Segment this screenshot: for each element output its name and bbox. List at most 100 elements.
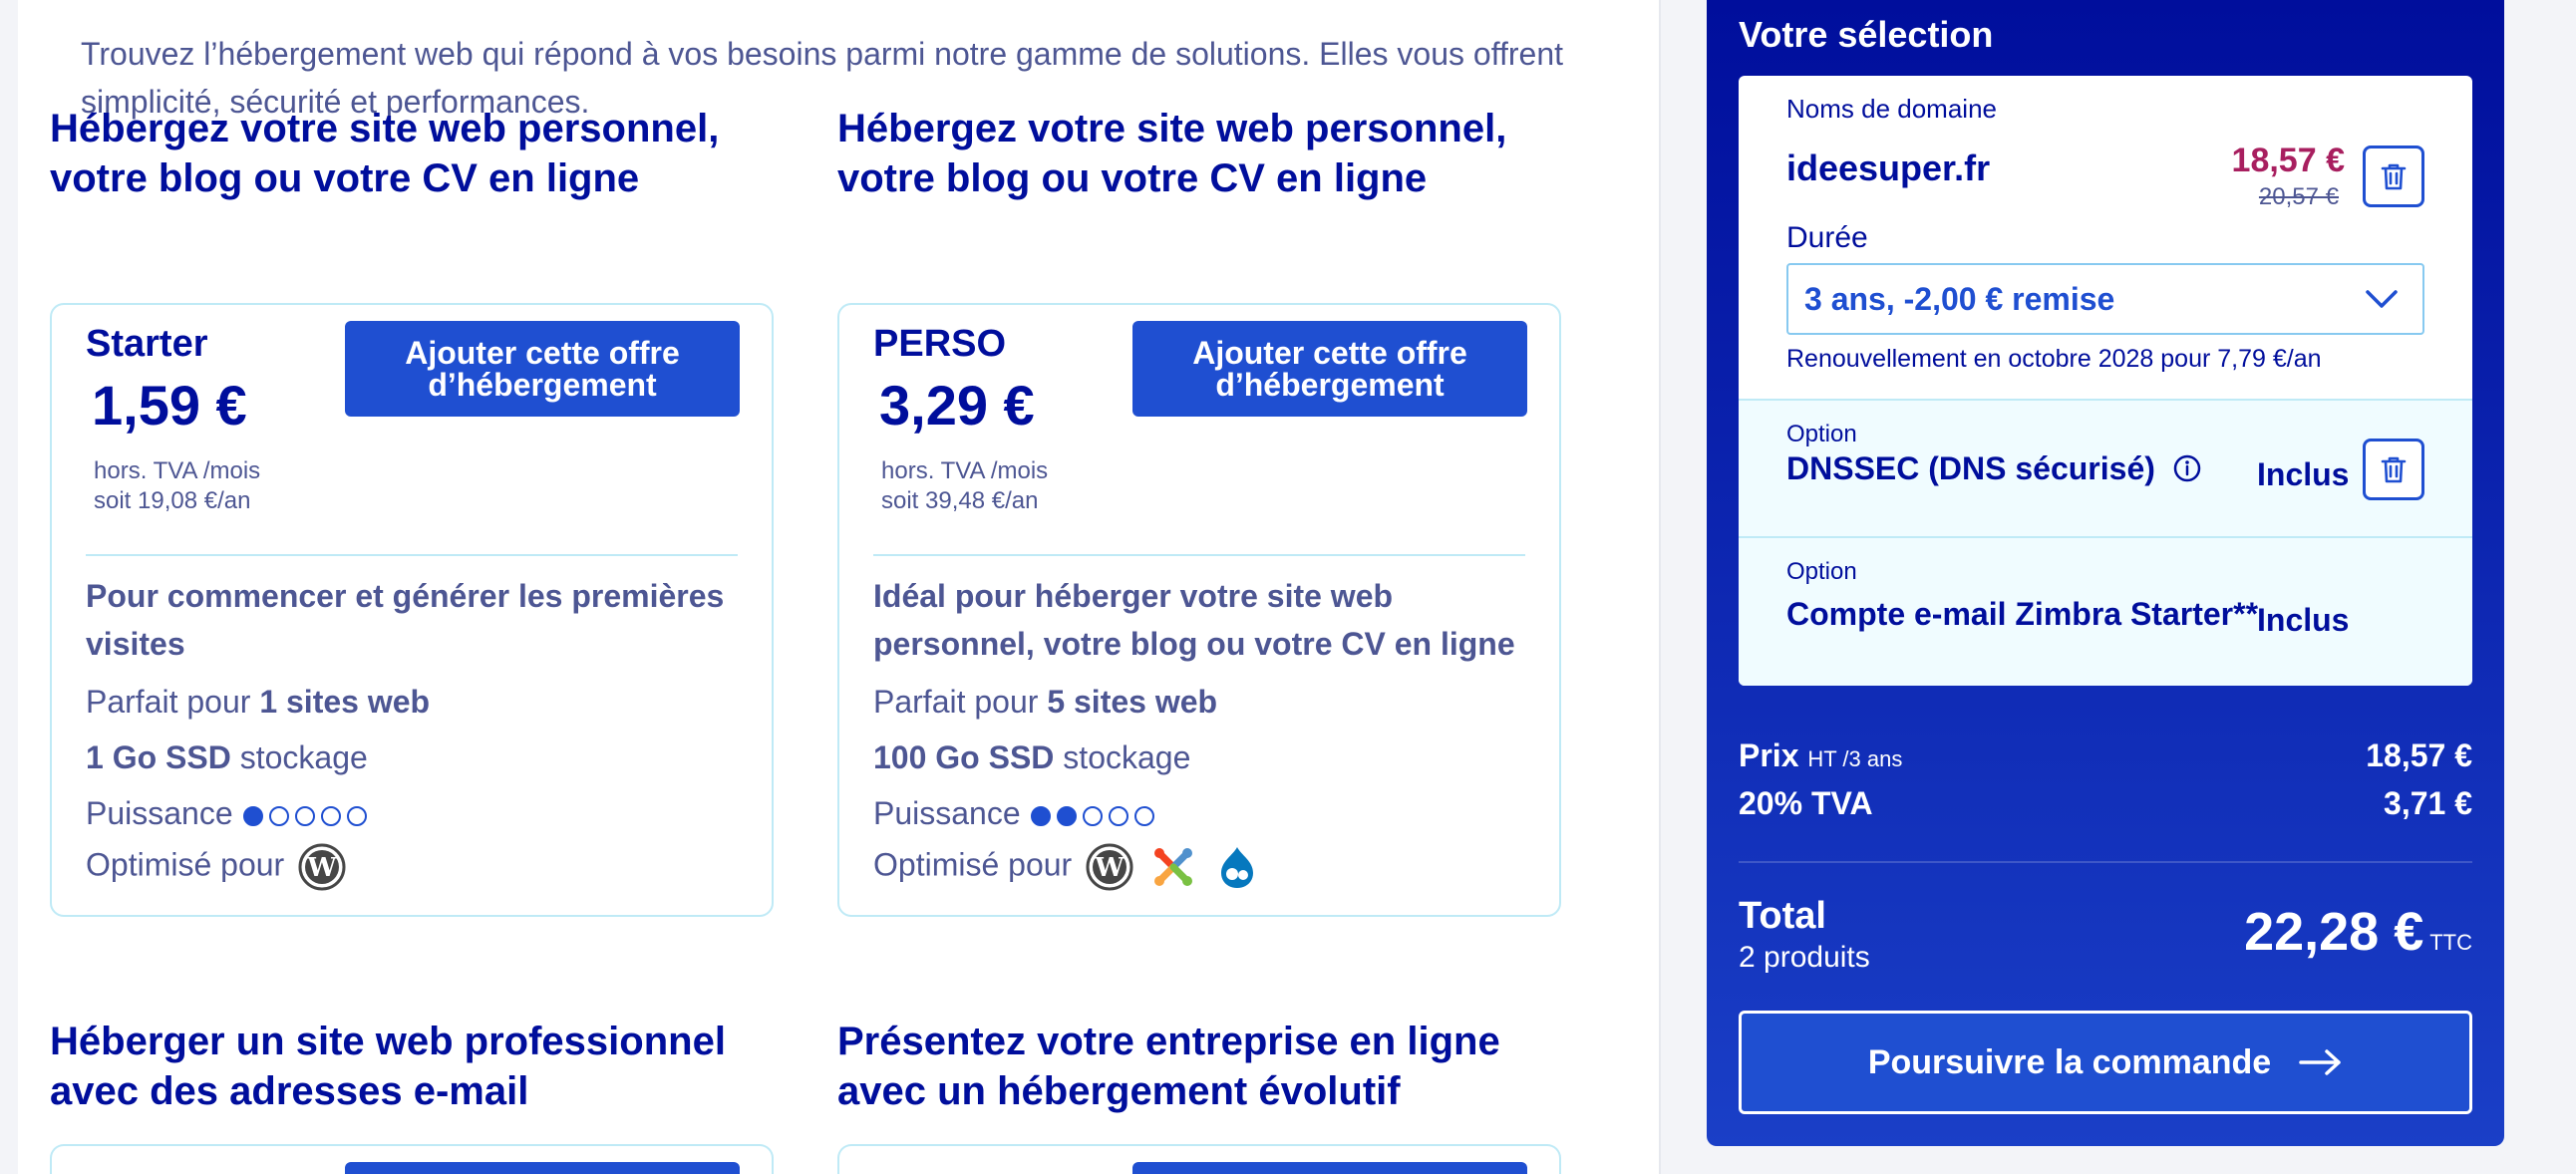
power-meter xyxy=(242,805,367,826)
offer-card-pro xyxy=(50,1144,774,1174)
add-offer-button[interactable]: Ajouter cette offre d’hébergement xyxy=(1132,321,1527,417)
price-suffix: HT /3 ans xyxy=(1807,746,1903,771)
product-count: 2 produits xyxy=(1739,941,1870,974)
price-row: Prix HT /3 ans 18,57 € xyxy=(1739,737,2472,774)
feature-sites: Parfait pour 5 sites web xyxy=(873,684,1217,721)
yearly-price: soit 19,08 €/an xyxy=(94,487,251,514)
panel-title: Votre sélection xyxy=(1739,14,1994,55)
offer-card-business xyxy=(837,1144,1561,1174)
feature-sites-value: 5 sites web xyxy=(1047,684,1218,720)
continue-order-button[interactable]: Poursuivre la commande xyxy=(1739,1011,2472,1114)
feature-power: Puissance xyxy=(873,795,1154,832)
plan-name: Starter xyxy=(86,323,208,365)
feature-storage: 1 Go SSD stockage xyxy=(86,739,368,776)
option-status: Inclus xyxy=(2257,456,2350,492)
selection-panel: Votre sélection Noms de domaine ideesupe… xyxy=(1707,0,2504,1146)
trash-icon xyxy=(2381,456,2407,483)
renewal-info: Renouvellement en octobre 2028 pour 7,79… xyxy=(1786,345,2322,373)
feature-storage-value: 1 Go SSD xyxy=(86,739,231,775)
power-dot xyxy=(268,805,289,826)
offer-perso-title: Hébergez votre site web personnel, votre… xyxy=(837,107,1507,200)
add-offer-button[interactable] xyxy=(1132,1162,1527,1174)
power-label: Puissance xyxy=(873,795,1021,831)
add-offer-label-1: Ajouter cette offre xyxy=(405,335,680,371)
plan-price: 3,29 € xyxy=(879,374,1035,437)
vat-value: 3,71 € xyxy=(2384,785,2472,821)
option-label: Option xyxy=(1786,558,1857,585)
add-offer-button[interactable]: Ajouter cette offre d’hébergement xyxy=(345,321,740,417)
power-dot xyxy=(1030,805,1051,826)
svg-text:W: W xyxy=(1095,853,1126,883)
price-value: 18,57 € xyxy=(2366,737,2472,773)
domain-price: 18,57 € xyxy=(2231,142,2345,179)
feature-optimized: Optimisé pour W xyxy=(86,843,346,891)
domain-label: Noms de domaine xyxy=(1786,94,1997,124)
drupal-icon xyxy=(1221,847,1254,888)
wordpress-icon: W xyxy=(1086,843,1133,891)
option-dnssec: Option DNSSEC (DNS sécurisé) Inclus xyxy=(1739,399,2472,536)
option-name-text: DNSSEC (DNS sécurisé) xyxy=(1786,450,2155,486)
power-label: Puissance xyxy=(86,795,233,831)
total-value: 22,28 € xyxy=(2244,902,2424,962)
vat-label: 20% TVA xyxy=(1739,785,1873,821)
svg-text:W: W xyxy=(307,853,338,883)
card-divider xyxy=(873,554,1525,556)
total-suffix: TTC xyxy=(2429,930,2472,955)
feature-sites: Parfait pour 1 sites web xyxy=(86,684,430,721)
option-label: Option xyxy=(1786,421,1857,447)
option-status: Inclus xyxy=(2257,602,2350,638)
option-name: Compte e-mail Zimbra Starter** xyxy=(1786,596,2259,632)
summary-divider xyxy=(1739,861,2472,863)
power-dot xyxy=(294,805,315,826)
add-offer-button[interactable] xyxy=(345,1162,740,1174)
power-dot xyxy=(1082,805,1103,826)
option-name: DNSSEC (DNS sécurisé) xyxy=(1786,450,2202,487)
power-dot xyxy=(242,805,263,826)
power-dot xyxy=(346,805,367,826)
plan-price-details: hors. TVA /mois soit 19,08 €/an xyxy=(94,456,260,516)
power-meter xyxy=(1030,805,1154,826)
duration-value: 3 ans, -2,00 € remise xyxy=(1804,280,2115,317)
power-dot xyxy=(1108,805,1128,826)
add-offer-label-2: d’hébergement xyxy=(1215,367,1445,403)
plan-name: PERSO xyxy=(873,323,1007,365)
trash-icon xyxy=(2381,163,2407,190)
optimized-label: Optimisé pour xyxy=(86,846,285,883)
domain-name: ideesuper.fr xyxy=(1786,147,1991,188)
offer-description: Pour commencer et générer les premières … xyxy=(86,578,725,662)
optimized-label: Optimisé pour xyxy=(873,846,1073,883)
info-icon[interactable] xyxy=(2172,453,2202,483)
feature-power: Puissance xyxy=(86,795,367,832)
feature-storage-suffix: stockage xyxy=(1054,739,1191,775)
offer-description: Idéal pour héberger votre site web perso… xyxy=(873,578,1515,662)
chevron-down-icon xyxy=(2366,290,2398,308)
yearly-price: soit 39,48 €/an xyxy=(881,487,1039,514)
remove-domain-button[interactable] xyxy=(2363,146,2424,207)
domain-old-price: 20,57 € xyxy=(2258,183,2339,210)
cms-list: W xyxy=(298,843,346,891)
total-price: 22,28 € TTC xyxy=(2244,901,2472,963)
selection-list: Noms de domaine ideesuper.fr 18,57 € 20,… xyxy=(1739,76,2472,686)
feature-sites-value: 1 sites web xyxy=(259,684,431,720)
main-content: Trouvez l’hébergement web qui répond à v… xyxy=(18,0,1661,1174)
offer-card-starter: Starter 1,59 € hors. TVA /mois soit 19,0… xyxy=(50,303,774,917)
feature-storage-suffix: stockage xyxy=(230,739,368,775)
duration-select[interactable]: 3 ans, -2,00 € remise xyxy=(1786,263,2424,335)
plan-price: 1,59 € xyxy=(92,374,247,437)
option-zimbra: Option Compte e-mail Zimbra Starter** In… xyxy=(1739,536,2472,686)
vat-row: 20% TVA 3,71 € xyxy=(1739,785,2472,822)
joomla-icon xyxy=(1154,848,1193,886)
add-offer-label-2: d’hébergement xyxy=(428,367,657,403)
cms-list: W xyxy=(1086,843,1261,891)
price-label: Prix xyxy=(1739,737,1799,773)
offer-card-perso: PERSO 3,29 € hors. TVA /mois soit 39,48 … xyxy=(837,303,1561,917)
remove-option-button[interactable] xyxy=(2363,439,2424,500)
add-offer-label-1: Ajouter cette offre xyxy=(1192,335,1467,371)
offer-business-title: Présentez votre entreprise en ligne avec… xyxy=(837,1020,1500,1113)
continue-order-label: Poursuivre la commande xyxy=(1867,1042,2272,1081)
power-dot xyxy=(1056,805,1077,826)
duration-label: Durée xyxy=(1786,221,1868,254)
arrow-right-icon xyxy=(2299,1049,2341,1075)
feature-storage: 100 Go SSD stockage xyxy=(873,739,1190,776)
offer-pro-title: Héberger un site web professionnel avec … xyxy=(50,1020,726,1113)
